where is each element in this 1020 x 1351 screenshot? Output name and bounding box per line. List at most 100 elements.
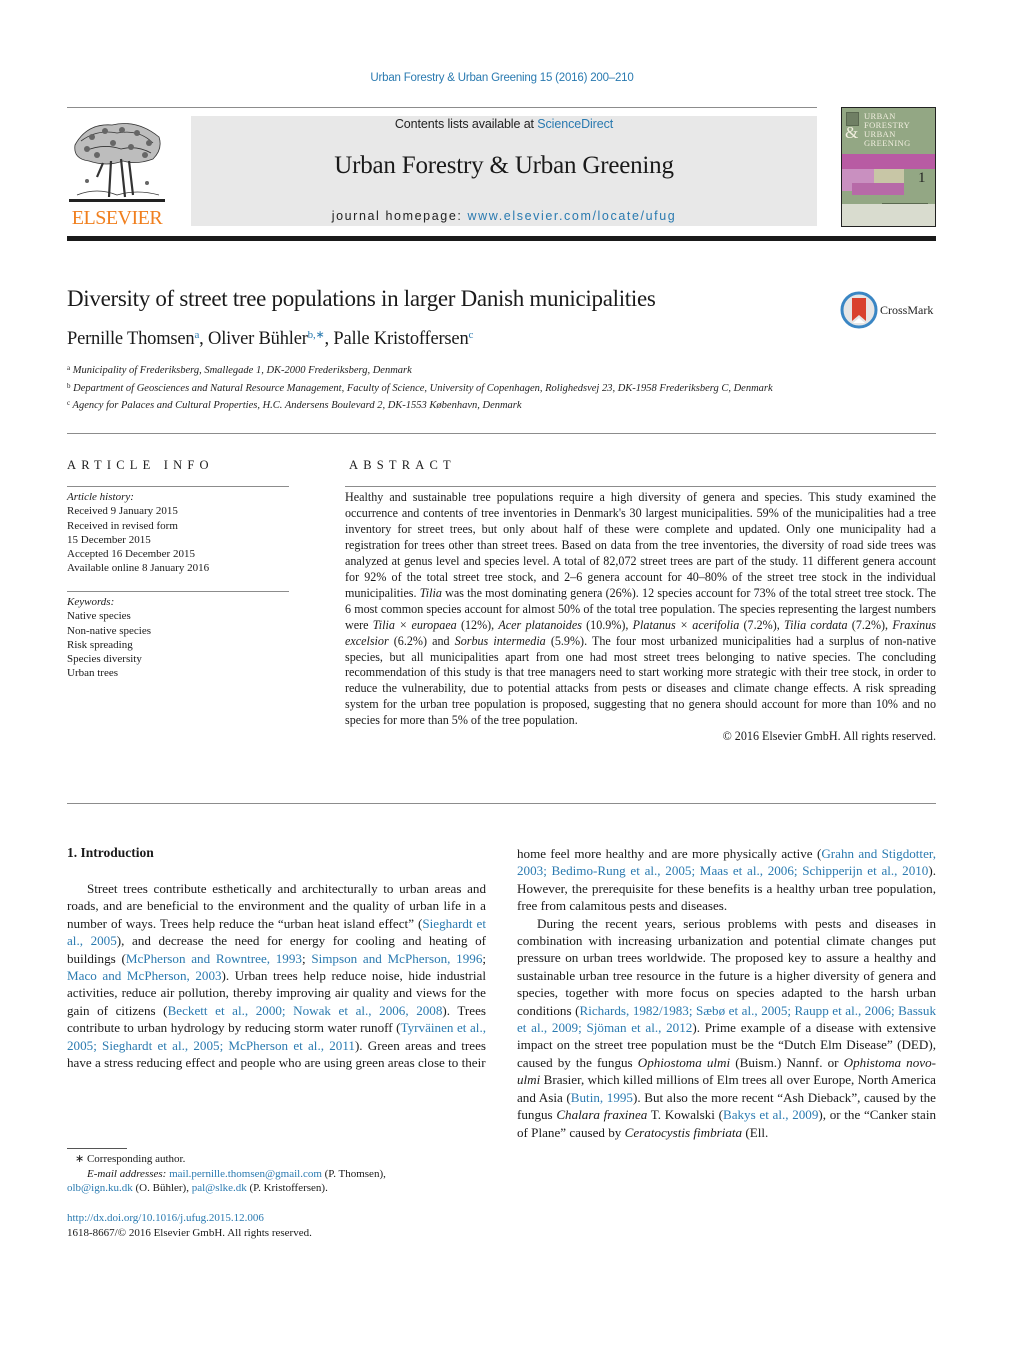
- history-item: 15 December 2015: [67, 533, 151, 546]
- footnote-divider: [67, 1148, 127, 1149]
- footnotes: ∗ Corresponding author. E-mail addresses…: [67, 1152, 507, 1196]
- contents-line: Contents lists available at ScienceDirec…: [191, 117, 817, 131]
- citation-link[interactable]: Butin, 1995: [571, 1090, 633, 1105]
- citation-link[interactable]: McPherson and Rowntree, 1993: [126, 951, 302, 966]
- issn-copyright: 1618-8667/© 2016 Elsevier GmbH. All righ…: [67, 1226, 312, 1239]
- body-column-left: Street trees contribute esthetically and…: [67, 880, 486, 1071]
- contents-prefix: Contents lists available at: [394, 117, 538, 131]
- doi-link[interactable]: http://dx.doi.org/10.1016/j.ufug.2015.12…: [67, 1212, 264, 1224]
- body-divider: [67, 803, 936, 804]
- journal-masthead: Contents lists available at ScienceDirec…: [191, 116, 817, 226]
- history-item: Accepted 16 December 2015: [67, 548, 195, 561]
- article-info-divider: [67, 486, 289, 487]
- body-paragraph: Street trees contribute esthetically and…: [67, 881, 487, 1071]
- italic-term: Ceratocystis fimbriata: [624, 1124, 743, 1140]
- author-affiliation-marker[interactable]: b,∗: [308, 329, 325, 341]
- affiliation-item: a Municipality of Frederiksberg, Smalleg…: [67, 364, 412, 376]
- italic-term: Tilia: [419, 585, 442, 600]
- homepage-prefix: journal homepage:: [331, 209, 468, 223]
- citation-link[interactable]: Grahn and Stigdotter, 2003; Bedimo-Rung …: [517, 846, 936, 878]
- journal-reference-link[interactable]: Urban Forestry & Urban Greening 15 (2016…: [0, 72, 1004, 84]
- keyword-item[interactable]: Species diversity: [67, 652, 289, 666]
- article-info-heading: ARTICLE INFO: [67, 458, 214, 472]
- author-affiliation-marker[interactable]: c: [469, 329, 474, 341]
- italic-term: Acer platanoides: [498, 617, 582, 632]
- keywords-label: Keywords:: [67, 596, 115, 608]
- email-owner: (O. Bühler),: [132, 1182, 192, 1194]
- email-link[interactable]: mail.pernille.thomsen@gmail.com: [169, 1168, 322, 1180]
- author-name[interactable]: Oliver Bühler: [208, 329, 308, 349]
- email-label: E-mail addresses:: [87, 1167, 167, 1180]
- author-affiliation-marker[interactable]: a: [194, 329, 199, 341]
- journal-cover-thumbnail[interactable]: URBAN FORESTRY URBAN GREENING & 1: [841, 107, 936, 227]
- affiliation-item: c Agency for Palaces and Cultural Proper…: [67, 399, 522, 411]
- corresponding-author-note: ∗ Corresponding author.: [75, 1153, 186, 1165]
- article-info-divider: [67, 591, 289, 592]
- abstract-paragraph: Healthy and sustainable tree populations…: [345, 490, 936, 728]
- journal-name: Urban Forestry & Urban Greening: [334, 152, 674, 179]
- cover-photo-band: [852, 183, 904, 195]
- body-paragraph: home feel more healthy and are more phys…: [517, 846, 936, 914]
- cover-ampersand: &: [845, 123, 859, 142]
- email-owner: (P. Kristoffersen).: [246, 1182, 328, 1194]
- section-divider: [67, 433, 936, 434]
- keyword-item[interactable]: Urban trees: [67, 666, 289, 680]
- cover-footer: [842, 204, 935, 226]
- citation-link[interactable]: Beckett et al., 2000; Nowak et al., 2006…: [168, 1003, 443, 1018]
- sciencedirect-link[interactable]: ScienceDirect: [537, 117, 613, 131]
- email-link[interactable]: pal@slke.dk: [192, 1182, 247, 1194]
- italic-term: Ophiostoma ulmi: [637, 1054, 731, 1070]
- abstract-body: Healthy and sustainable tree populations…: [345, 490, 936, 745]
- journal-homepage-link[interactable]: www.elsevier.com/locate/ufug: [468, 209, 677, 223]
- cover-issue-number: 1: [918, 170, 926, 186]
- article-title: Diversity of street tree populations in …: [67, 286, 656, 311]
- header-divider: [67, 107, 817, 108]
- abstract-heading: ABSTRACT: [349, 458, 456, 472]
- body-column-right: home feel more healthy and are more phys…: [517, 845, 936, 1141]
- italic-term: Sorbus intermedia: [454, 633, 546, 648]
- italic-term: Tilia cordata: [784, 617, 848, 632]
- email-addresses: E-mail addresses: mail.pernille.thomsen@…: [67, 1167, 507, 1182]
- abstract-copyright: © 2016 Elsevier GmbH. All rights reserve…: [722, 729, 936, 744]
- cover-photo-band: [842, 154, 935, 169]
- italic-term: Platanus × acerifolia: [632, 617, 740, 632]
- cover-photo-band: [874, 169, 904, 183]
- affiliation-item: b Department of Geosciences and Natural …: [67, 381, 773, 394]
- keywords: Keywords: Native species Non-native spec…: [67, 595, 289, 681]
- affiliations: a Municipality of Frederiksberg, Smalleg…: [67, 361, 827, 414]
- history-item: Received 9 January 2015: [67, 505, 178, 518]
- crossmark-icon: [840, 291, 878, 329]
- citation-link[interactable]: Richards, 1982/1983; Sæbø et al., 2005; …: [517, 1003, 936, 1035]
- keyword-item[interactable]: Risk spreading: [67, 638, 289, 652]
- author-name[interactable]: Pernille Thomsen: [67, 329, 195, 349]
- tree-icon: [69, 123, 165, 202]
- body-paragraph: During the recent years, serious problem…: [517, 915, 936, 1140]
- citation-link[interactable]: Simpson and McPherson, 1996: [311, 951, 482, 966]
- email-addresses-cont: olb@ign.ku.dk (O. Bühler), pal@slke.dk (…: [67, 1181, 507, 1196]
- cover-title: URBAN FORESTRY URBAN GREENING: [864, 111, 911, 148]
- masthead-rule: [67, 236, 936, 241]
- crossmark-label: CrossMark: [880, 303, 934, 317]
- crossmark-button[interactable]: CrossMark: [840, 291, 940, 331]
- history-item: Available online 8 January 2016: [67, 562, 210, 575]
- citation-link[interactable]: Bakys et al., 2009: [723, 1107, 818, 1122]
- keyword-item[interactable]: Non-native species: [67, 624, 289, 638]
- email-link[interactable]: olb@ign.ku.dk: [67, 1182, 133, 1194]
- italic-term: Tilia × europaea: [372, 617, 457, 632]
- author-name[interactable]: Palle Kristoffersen: [333, 329, 468, 349]
- keyword-item[interactable]: Native species: [67, 609, 289, 623]
- article-history: Article history: Received 9 January 2015…: [67, 490, 289, 576]
- article-history-label: Article history:: [67, 491, 134, 503]
- author-list: Pernille Thomsena, Oliver Bühlerb,∗, Pal…: [67, 329, 474, 349]
- doi-block: http://dx.doi.org/10.1016/j.ufug.2015.12…: [67, 1211, 507, 1240]
- section-heading-introduction: 1. Introduction: [67, 845, 154, 860]
- email-owner: (P. Thomsen),: [321, 1167, 386, 1180]
- citation-link[interactable]: Maco and McPherson, 2003: [67, 968, 222, 983]
- journal-homepage-line: journal homepage: www.elsevier.com/locat…: [191, 209, 817, 223]
- italic-term: Chalara fraxinea: [556, 1107, 648, 1123]
- citation-link[interactable]: Tyrväinen et al., 2005; Sieghardt et al.…: [67, 1020, 486, 1052]
- elsevier-wordmark: ELSEVIER: [71, 207, 163, 229]
- citation-link[interactable]: Sieghardt et al., 2005: [67, 916, 486, 948]
- abstract-divider: [345, 486, 936, 487]
- elsevier-logo[interactable]: ELSEVIER: [67, 115, 167, 230]
